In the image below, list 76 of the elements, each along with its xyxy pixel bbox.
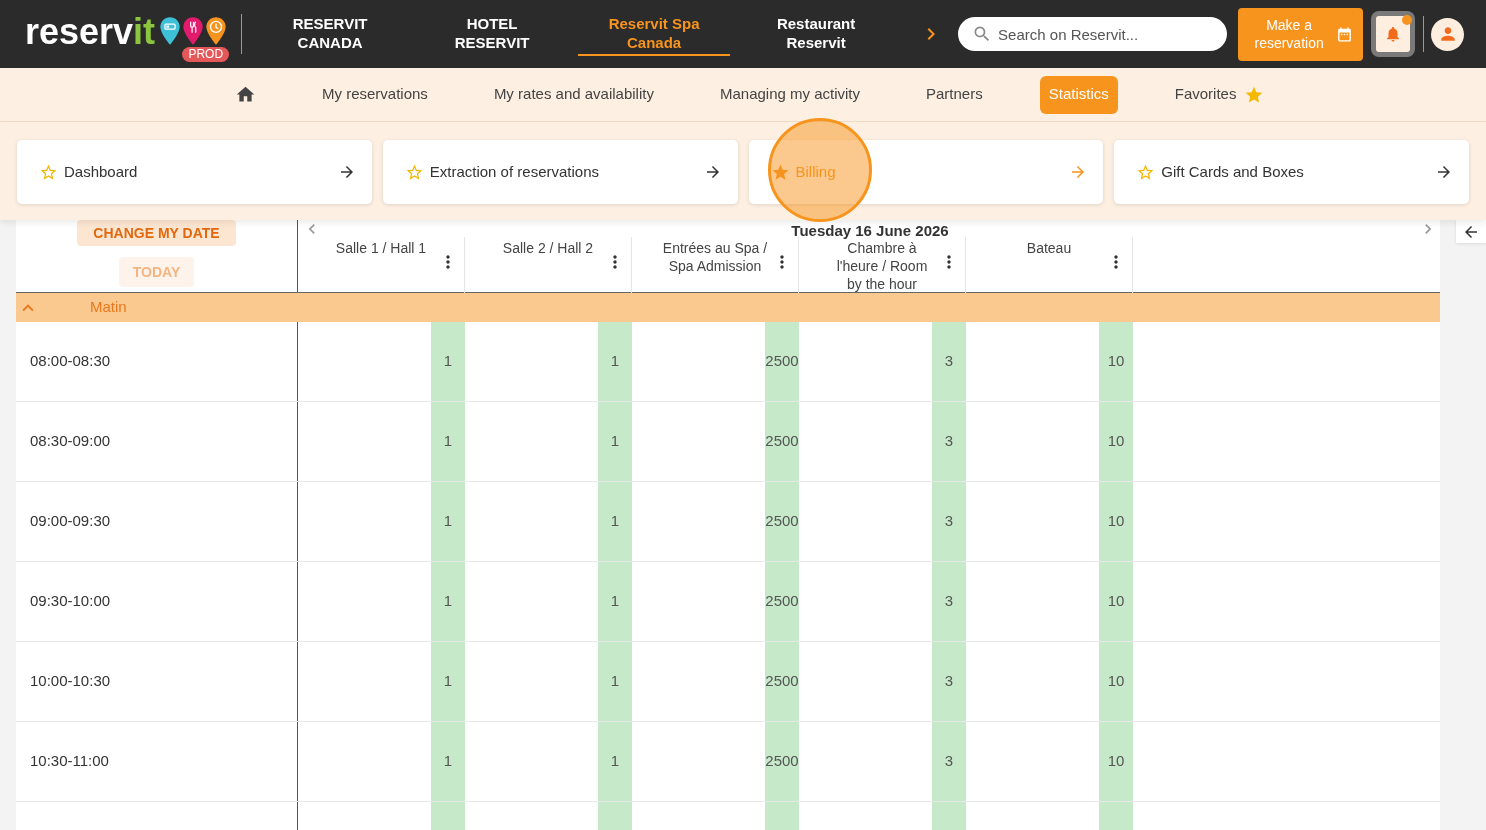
availability-cell[interactable]: 10 — [1099, 562, 1133, 641]
availability-cell[interactable]: 1 — [598, 402, 632, 481]
property-tab[interactable]: RESERVIT CANADA — [254, 12, 407, 56]
column-title: Entrées au Spa / Spa Admission — [661, 239, 769, 275]
availability-cell[interactable]: 1 — [431, 722, 465, 801]
column-title: Salle 2 / Hall 2 — [501, 239, 595, 257]
availability-cell[interactable] — [1099, 802, 1133, 830]
cutlery-pin-icon — [182, 16, 205, 46]
availability-cell[interactable]: 1 — [598, 722, 632, 801]
availability-cell[interactable]: 1 — [431, 322, 465, 401]
availability-cell[interactable] — [431, 802, 465, 830]
property-tab[interactable]: Restaurant Reservit — [740, 12, 893, 56]
availability-cell[interactable]: 1 — [431, 642, 465, 721]
time-slot-label: 10:30-11:00 — [30, 751, 109, 772]
favorites-menu-item[interactable]: Favorites — [1165, 75, 1274, 114]
availability-cell[interactable]: 1 — [598, 482, 632, 561]
availability-cell[interactable]: 1 — [598, 322, 632, 401]
date-title: Tuesday 16 June 2026 — [790, 222, 950, 239]
availability-cell[interactable]: 2500 — [765, 322, 799, 401]
star-outline-icon[interactable] — [39, 162, 58, 182]
menu-item[interactable]: My rates and availability — [484, 75, 663, 114]
property-tab[interactable]: Reservit Spa Canada — [578, 12, 731, 56]
property-tab[interactable]: HOTEL RESERVIT — [416, 12, 569, 56]
availability-cell[interactable]: 1 — [431, 482, 465, 561]
star-icon[interactable] — [770, 162, 790, 182]
availability-cell[interactable] — [765, 802, 799, 830]
home-icon — [235, 84, 256, 105]
menu-item[interactable]: Partners — [917, 75, 992, 114]
availability-cell[interactable]: 2500 — [765, 642, 799, 721]
availability-cell[interactable]: 2500 — [765, 562, 799, 641]
availability-cell[interactable]: 10 — [1099, 402, 1133, 481]
bed-pin-icon — [159, 16, 182, 46]
environment-badge: PROD — [182, 47, 230, 62]
column-title: Chambre à l'heure / Room by the hour — [835, 239, 929, 293]
group-label: Matin — [90, 297, 127, 318]
availability-cell[interactable]: 10 — [1099, 642, 1133, 721]
logo-wordmark: reservit — [25, 15, 156, 49]
time-slot-label: 08:30-09:00 — [30, 431, 111, 452]
availability-cell[interactable]: 3 — [932, 642, 966, 721]
time-slot-label: 09:30-10:00 — [30, 591, 111, 612]
notifications-button[interactable] — [1371, 11, 1416, 57]
shortcut-card[interactable]: Gift Cards and Boxes — [1114, 140, 1469, 204]
shortcut-card[interactable]: Dashboard — [17, 140, 372, 204]
availability-cell[interactable]: 10 — [1099, 322, 1133, 401]
availability-cell[interactable]: 3 — [932, 402, 966, 481]
star-outline-icon[interactable] — [404, 162, 424, 182]
availability-cell[interactable] — [598, 802, 632, 830]
user-avatar[interactable] — [1431, 17, 1465, 51]
availability-cell[interactable]: 3 — [932, 322, 966, 401]
availability-cell[interactable]: 3 — [932, 482, 966, 561]
column-title: Bateau — [1025, 239, 1073, 257]
time-slot-label: 08:00-08:30 — [30, 351, 111, 372]
availability-cell[interactable]: 1 — [598, 562, 632, 641]
availability-cell[interactable]: 2500 — [765, 402, 799, 481]
search-field[interactable]: Search on Reservit... — [958, 17, 1228, 51]
availability-cell[interactable]: 2500 — [765, 722, 799, 801]
availability-cell[interactable]: 3 — [932, 562, 966, 641]
arrow-right-icon — [1435, 163, 1453, 181]
star-outline-icon[interactable] — [1136, 162, 1156, 182]
availability-cell[interactable]: 1 — [431, 562, 465, 641]
column-title: Salle 1 / Hall 1 — [334, 239, 428, 257]
availability-cell[interactable]: 1 — [598, 642, 632, 721]
availability-cell[interactable]: 2500 — [765, 482, 799, 561]
time-slot-label: 09:00-09:30 — [30, 511, 111, 532]
availability-cell[interactable]: 3 — [932, 722, 966, 801]
calendar-icon — [1336, 25, 1354, 43]
shortcut-card[interactable]: Extraction of reservations — [382, 140, 738, 204]
back-button[interactable] — [1456, 220, 1486, 243]
menu-item[interactable]: My reservations — [313, 75, 437, 114]
availability-cell[interactable]: 10 — [1099, 482, 1133, 561]
clock-pin-icon — [205, 16, 228, 46]
time-slot-label: 10:00-10:30 — [30, 671, 111, 692]
availability-cell[interactable] — [932, 802, 966, 830]
availability-cell[interactable]: 1 — [431, 402, 465, 481]
availability-cell[interactable]: 10 — [1099, 722, 1133, 801]
menu-item[interactable]: Managing my activity — [710, 75, 869, 114]
